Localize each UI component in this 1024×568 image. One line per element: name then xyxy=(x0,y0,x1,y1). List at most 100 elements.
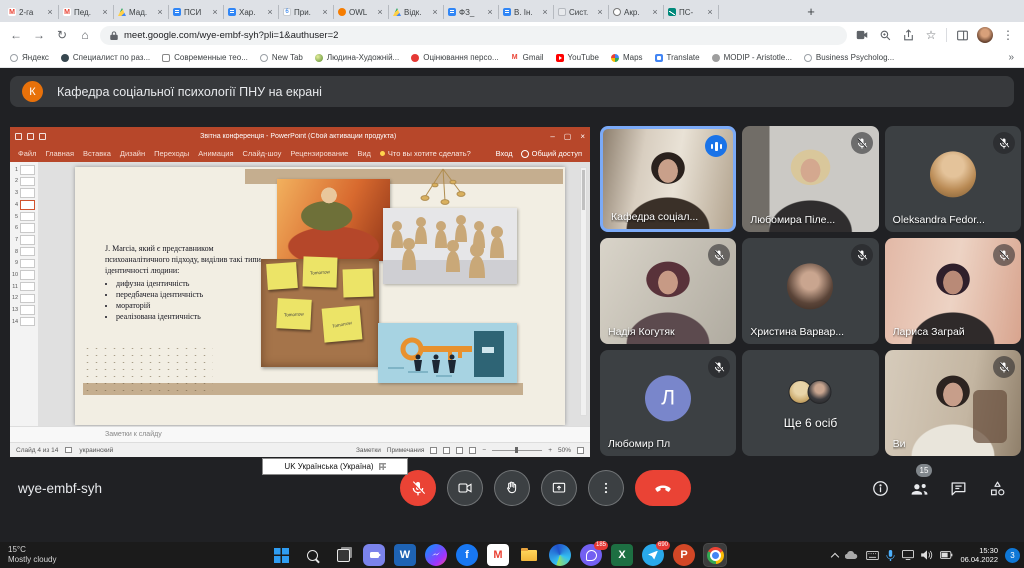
forward-icon[interactable]: → xyxy=(31,27,47,43)
undo-icon[interactable] xyxy=(27,133,34,140)
fit-slide-icon[interactable] xyxy=(577,447,584,454)
more-options-button[interactable] xyxy=(588,470,624,506)
participant-tile[interactable]: Надія Когутяк xyxy=(600,238,736,344)
tab-close-icon[interactable] xyxy=(541,7,549,17)
share-icon[interactable] xyxy=(900,27,916,43)
notes-button[interactable]: Заметки xyxy=(356,447,381,454)
zoom-slider[interactable] xyxy=(492,450,542,451)
bookmark-item[interactable]: Современные тео... xyxy=(162,53,248,62)
ppt-quick-access-toolbar[interactable] xyxy=(15,133,46,140)
tray-expand-icon[interactable] xyxy=(831,552,839,560)
ppt-vertical-scrollbar[interactable] xyxy=(580,167,587,416)
zoom-out-icon[interactable]: − xyxy=(482,447,486,454)
reading-view-icon[interactable] xyxy=(456,447,463,454)
back-icon[interactable]: ← xyxy=(8,27,24,43)
microphone-tray-icon[interactable] xyxy=(886,550,895,561)
slide-thumbnail[interactable]: 1 xyxy=(12,165,38,175)
bookmark-item[interactable]: Maps xyxy=(611,53,643,62)
taskbar-app-icon[interactable] xyxy=(425,544,447,566)
ribbon-tab[interactable]: Главная xyxy=(45,149,74,158)
browser-tab[interactable]: ПСИ xyxy=(169,5,224,19)
spellcheck-icon[interactable] xyxy=(65,447,72,453)
participant-tile[interactable]: Oleksandra Fedor... xyxy=(885,126,1021,232)
ribbon-tab[interactable]: Файл xyxy=(18,149,36,158)
browser-tab[interactable]: В. Ін. xyxy=(499,5,554,19)
ppt-notes-pane[interactable]: Заметки к слайду xyxy=(10,426,590,442)
minimize-icon[interactable]: – xyxy=(550,132,554,141)
browser-tab[interactable]: Акр. xyxy=(609,5,664,19)
bookmark-item[interactable]: Специалист по раз... xyxy=(61,53,150,62)
tab-close-icon[interactable] xyxy=(101,7,109,17)
bookmarks-overflow-icon[interactable]: » xyxy=(1008,52,1014,63)
tab-close-icon[interactable] xyxy=(156,7,164,17)
notification-center-badge[interactable]: 3 xyxy=(1005,548,1020,563)
taskbar-app-icon[interactable] xyxy=(518,544,540,566)
bookmark-item[interactable]: Людина-Художній... xyxy=(315,53,399,62)
tab-close-icon[interactable] xyxy=(431,7,439,17)
close-icon[interactable]: × xyxy=(580,132,585,141)
bookmark-item[interactable]: Яндекс xyxy=(10,53,49,62)
home-icon[interactable]: ⌂ xyxy=(77,27,93,43)
slide-thumbnail-panel[interactable]: 1 2 3 4 xyxy=(10,162,38,426)
slide-thumbnail[interactable]: 9 xyxy=(12,259,38,269)
bookmark-item[interactable]: New Tab xyxy=(260,53,303,62)
browser-tab[interactable]: Пед. xyxy=(59,5,114,19)
ribbon-tab[interactable]: Что вы хотите сделать? xyxy=(380,149,471,158)
share-button[interactable]: Общий доступ xyxy=(521,149,582,158)
signin-button[interactable]: Вход xyxy=(496,149,513,158)
tab-close-icon[interactable] xyxy=(596,7,604,17)
slide-sorter-icon[interactable] xyxy=(443,447,450,454)
camera-button[interactable] xyxy=(447,470,483,506)
browser-tab[interactable]: 2-га xyxy=(4,5,59,19)
raise-hand-button[interactable] xyxy=(494,470,530,506)
participant-tile[interactable]: Любомира Піле... xyxy=(742,126,878,232)
slide-thumbnail[interactable]: 8 xyxy=(12,247,38,257)
tab-close-icon[interactable] xyxy=(211,7,219,17)
taskbar-app-icon[interactable] xyxy=(301,544,323,566)
ribbon-tab[interactable]: Вид xyxy=(357,149,371,158)
bookmark-item[interactable]: Translate xyxy=(655,53,700,62)
participant-tile[interactable]: Л Любомир Пл xyxy=(600,350,736,456)
tab-close-icon[interactable] xyxy=(266,7,274,17)
battery-icon[interactable] xyxy=(940,551,953,559)
taskbar-app-icon[interactable]: M xyxy=(487,544,509,566)
slide-thumbnail[interactable]: 10 xyxy=(12,270,38,280)
media-camera-icon[interactable] xyxy=(854,27,870,43)
slide-thumbnail[interactable]: 14 xyxy=(12,317,38,327)
ribbon-tab[interactable]: Рецензирование xyxy=(290,149,348,158)
tab-close-icon[interactable] xyxy=(651,7,659,17)
taskbar-app-icon[interactable]: 185 xyxy=(580,544,602,566)
browser-tab[interactable]: OWL xyxy=(334,5,389,19)
ribbon-tab[interactable]: Анимация xyxy=(198,149,233,158)
browser-tab[interactable]: При. xyxy=(279,5,334,19)
zoom-in-icon[interactable]: + xyxy=(548,447,552,454)
volume-icon[interactable] xyxy=(921,550,933,560)
participant-tile[interactable]: Лариса Заграй xyxy=(885,238,1021,344)
tab-close-icon[interactable] xyxy=(706,7,714,17)
bookmark-item[interactable]: Оцінювання персо... xyxy=(411,53,498,62)
save-icon[interactable] xyxy=(15,133,22,140)
language-indicator[interactable]: украинский xyxy=(79,447,113,454)
participant-tile[interactable]: Ви xyxy=(885,350,1021,456)
display-icon[interactable] xyxy=(902,550,914,560)
reload-icon[interactable]: ↻ xyxy=(54,27,70,43)
participant-tile[interactable]: Христина Варвар... xyxy=(742,238,878,344)
ribbon-tab[interactable]: Слайд-шоу xyxy=(243,149,282,158)
menu-icon[interactable]: ⋮ xyxy=(1000,27,1016,43)
info-icon[interactable] xyxy=(869,477,891,499)
slideshow-icon[interactable] xyxy=(39,133,46,140)
slide-thumbnail[interactable]: 4 xyxy=(12,200,38,210)
chat-icon[interactable] xyxy=(947,477,969,499)
slide-thumbnail[interactable]: 6 xyxy=(12,223,38,233)
end-call-button[interactable] xyxy=(635,470,691,506)
normal-view-icon[interactable] xyxy=(430,447,437,454)
slide-thumbnail[interactable]: 11 xyxy=(12,282,38,292)
ribbon-tab[interactable]: Вставка xyxy=(83,149,111,158)
taskbar-app-icon[interactable] xyxy=(270,544,292,566)
slide-thumbnail[interactable]: 5 xyxy=(12,212,38,222)
taskbar-app-icon[interactable] xyxy=(704,544,726,566)
keyboard-language-popup[interactable]: UK Українська (Україна) xyxy=(262,458,408,475)
slide-thumbnail[interactable]: 7 xyxy=(12,235,38,245)
present-button[interactable] xyxy=(541,470,577,506)
participant-tile[interactable]: Кафедра соціал... xyxy=(600,126,736,232)
